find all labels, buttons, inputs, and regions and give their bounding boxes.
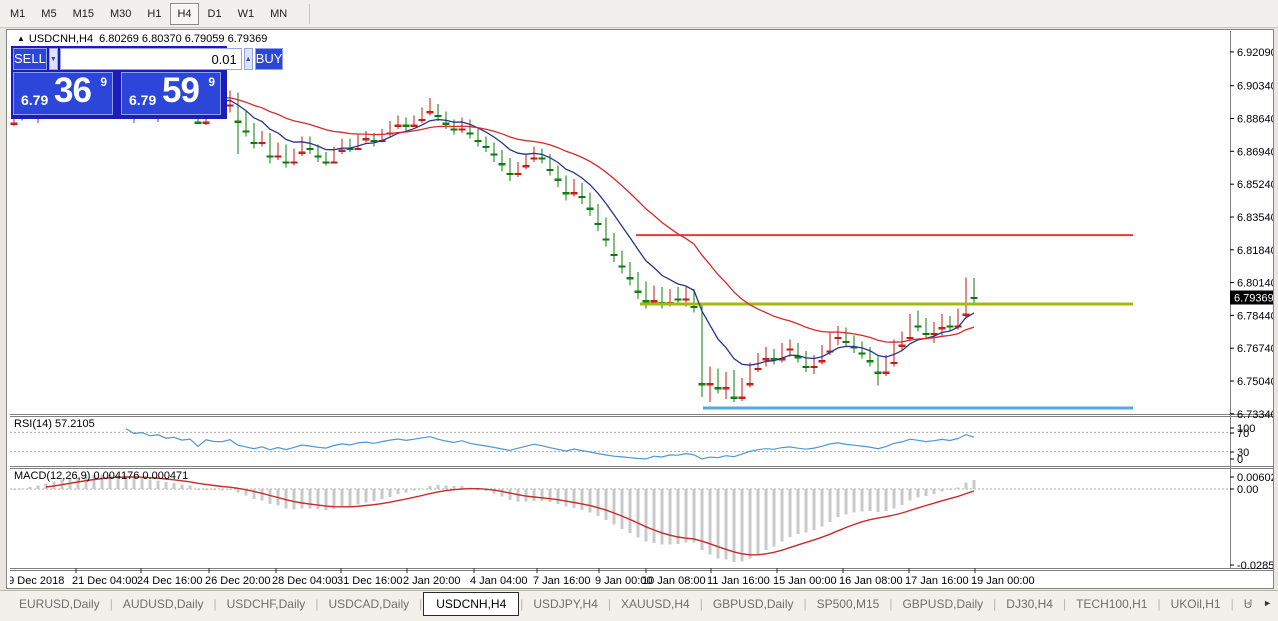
svg-text:4 Jan 04:00: 4 Jan 04:00	[470, 575, 528, 587]
timeframe-button-M15[interactable]: M15	[66, 3, 101, 25]
timeframe-button-D1[interactable]: D1	[201, 3, 229, 25]
chart-tabs: EURUSD,Daily|AUDUSD,Daily|USDCHF,Daily|U…	[0, 591, 1278, 617]
svg-text:21 Dec 04:00: 21 Dec 04:00	[72, 575, 137, 587]
lot-size-input[interactable]	[60, 48, 242, 70]
tabs-scroll-left-icon[interactable]: ◄	[1244, 598, 1253, 608]
svg-text:0.00: 0.00	[1237, 484, 1258, 496]
svg-text:0.006024: 0.006024	[1237, 472, 1273, 484]
chart-tab-SP500-M15[interactable]: SP500,M15	[808, 593, 889, 615]
svg-text:0: 0	[1237, 454, 1243, 466]
toolbar-separator	[309, 4, 310, 24]
macd-indicator-label: MACD(12,26,9) 0.004176 0.000471	[14, 470, 188, 482]
svg-text:19 Jan 00:00: 19 Jan 00:00	[971, 575, 1035, 587]
chart-tab-TECH100-H1[interactable]: TECH100,H1	[1067, 593, 1156, 615]
svg-text:6.79369: 6.79369	[1234, 293, 1273, 305]
sell-button[interactable]: SELL	[13, 48, 47, 70]
timeframe-button-M1[interactable]: M1	[3, 3, 32, 25]
svg-text:6.92090: 6.92090	[1237, 47, 1273, 59]
rsi-indicator-label: RSI(14) 57.2105	[14, 418, 95, 430]
svg-text:28 Dec 04:00: 28 Dec 04:00	[272, 575, 337, 587]
timeframe-button-MN[interactable]: MN	[263, 3, 294, 25]
timeframe-button-H1[interactable]: H1	[140, 3, 168, 25]
chart-tab-USDCAD-Daily[interactable]: USDCAD,Daily	[319, 593, 418, 615]
svg-text:7 Jan 16:00: 7 Jan 16:00	[533, 575, 591, 587]
svg-text:6.76740: 6.76740	[1237, 343, 1273, 355]
svg-text:-0.028549: -0.028549	[1237, 560, 1273, 572]
timeframe-button-W1[interactable]: W1	[231, 3, 262, 25]
chart-window: 6.92090 6.90340 6.88640 6.86940 6.85240 6.835…	[6, 29, 1274, 589]
chart-symbol-period: USDCNH,H4	[29, 33, 93, 45]
svg-text:11 Jan 16:00: 11 Jan 16:00	[707, 575, 770, 587]
symbol-marker-icon: ▲	[17, 34, 25, 43]
svg-text:6.78440: 6.78440	[1237, 310, 1273, 322]
chart-tab-bar: EURUSD,Daily|AUDUSD,Daily|USDCHF,Daily|U…	[0, 590, 1278, 621]
svg-text:6.85240: 6.85240	[1237, 179, 1273, 191]
svg-text:6.88640: 6.88640	[1237, 114, 1273, 126]
chart-tab-GBPUSD-Daily[interactable]: GBPUSD,Daily	[704, 593, 803, 615]
buy-price-pip: 9	[208, 75, 215, 89]
chart-tab-XAUUSD-H4[interactable]: XAUUSD,H4	[612, 593, 699, 615]
chart-tab-EURUSD-Daily[interactable]: EURUSD,Daily	[10, 593, 109, 615]
svg-text:6.75040: 6.75040	[1237, 376, 1273, 388]
sell-price-main: 6.79	[21, 92, 48, 108]
spin-down-icon: ▼	[50, 56, 57, 63]
buy-price-big: 59	[162, 71, 199, 111]
svg-text:6.80140: 6.80140	[1237, 278, 1273, 290]
svg-text:26 Dec 20:00: 26 Dec 20:00	[205, 575, 270, 587]
chart-tab-DJ30-H4[interactable]: DJ30,H4	[997, 593, 1062, 615]
timeframe-toolbar: M1M5M15M30H1H4D1W1MN	[0, 0, 1278, 28]
sell-price-big: 36	[54, 71, 91, 111]
svg-text:2 Jan 20:00: 2 Jan 20:00	[403, 575, 461, 587]
svg-text:70: 70	[1237, 428, 1249, 440]
chart-tab-AUDUSD-Daily[interactable]: AUDUSD,Daily	[114, 593, 213, 615]
buy-quote-box[interactable]: 6.79 59 9	[121, 72, 221, 115]
tabs-scroll-right-icon[interactable]: ►	[1263, 598, 1272, 608]
svg-text:16 Jan 08:00: 16 Jan 08:00	[839, 575, 903, 587]
timeframe-buttons: M1M5M15M30H1H4D1W1MN	[0, 0, 295, 27]
sell-quote-box[interactable]: 6.79 36 9	[13, 72, 113, 115]
buy-button[interactable]: BUY	[255, 48, 284, 70]
chart-title: ▲ USDCNH,H4 6.80269 6.80370 6.79059 6.7936…	[17, 33, 267, 45]
chart-ohlc-values: 6.80269 6.80370 6.79059 6.79369	[99, 33, 267, 45]
svg-text:6.81840: 6.81840	[1237, 245, 1273, 257]
lot-decrease-button[interactable]: ▼	[49, 48, 58, 70]
svg-text:6.90340: 6.90340	[1237, 81, 1273, 93]
svg-text:6.83540: 6.83540	[1237, 212, 1273, 224]
buy-price-main: 6.79	[129, 92, 156, 108]
chart-tab-UKOil-H1[interactable]: UKOil,H1	[1162, 593, 1230, 615]
one-click-trading-panel: SELL ▼ ▲ BUY 6.79 36 9 6.79 59 9	[11, 46, 227, 119]
timeframe-button-M5[interactable]: M5	[34, 3, 63, 25]
svg-text:15 Jan 00:00: 15 Jan 00:00	[773, 575, 837, 587]
current-price-tag: 6.79369	[1230, 291, 1273, 305]
svg-text:6.86940: 6.86940	[1237, 146, 1273, 158]
timeframe-button-M30[interactable]: M30	[103, 3, 138, 25]
svg-text:10 Jan 08:00: 10 Jan 08:00	[642, 575, 706, 587]
chart-tab-USDJPY-H4[interactable]: USDJPY,H4	[524, 593, 606, 615]
svg-text:24 Dec 16:00: 24 Dec 16:00	[137, 575, 202, 587]
chart-tab-USDCHF-Daily[interactable]: USDCHF,Daily	[218, 593, 315, 615]
sell-price-pip: 9	[100, 75, 107, 89]
spin-up-icon: ▲	[245, 56, 252, 63]
timeframe-button-H4[interactable]: H4	[170, 3, 198, 25]
svg-text:17 Jan 16:00: 17 Jan 16:00	[905, 575, 969, 587]
chart-tab-USDCNH-H4[interactable]: USDCNH,H4	[423, 592, 519, 616]
lot-increase-button[interactable]: ▲	[244, 48, 253, 70]
svg-text:6.73340: 6.73340	[1237, 409, 1273, 421]
svg-text:31 Dec 16:00: 31 Dec 16:00	[337, 575, 402, 587]
chart-tab-GBPUSD-Daily[interactable]: GBPUSD,Daily	[893, 593, 992, 615]
svg-text:19 Dec 2018: 19 Dec 2018	[10, 575, 64, 587]
